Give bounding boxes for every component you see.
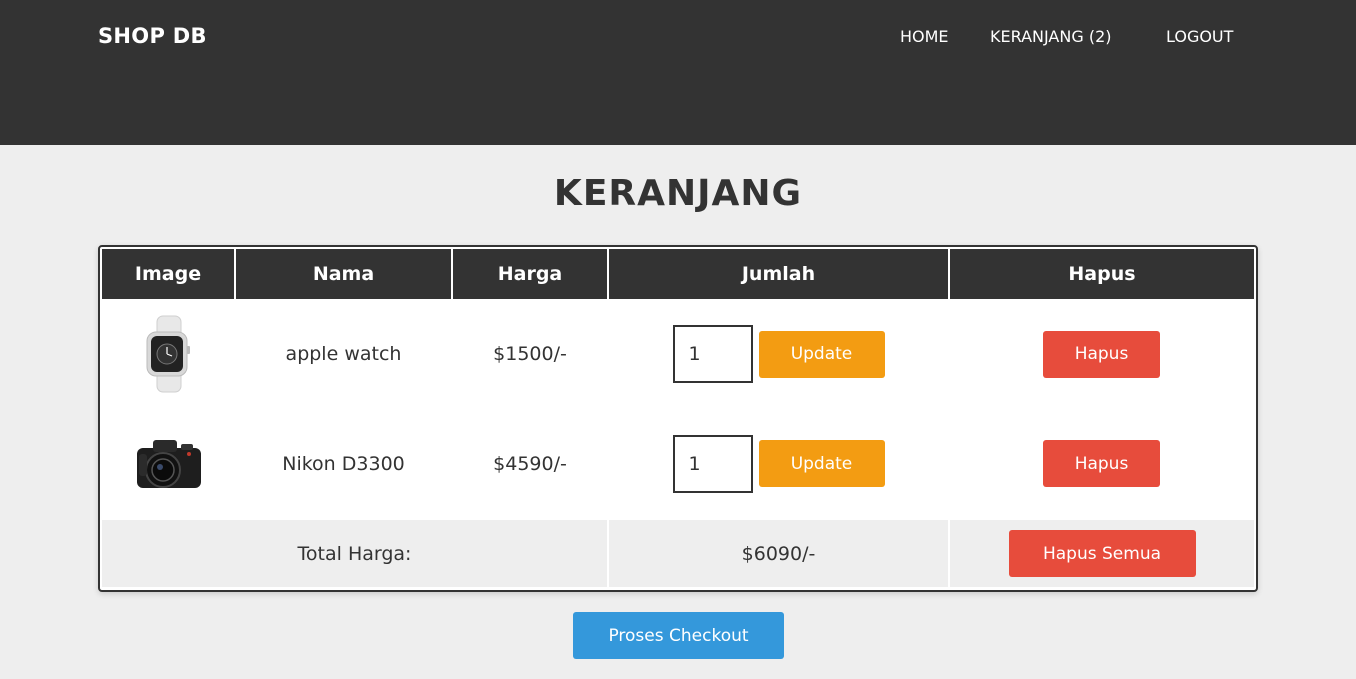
nav-home-link[interactable]: HOME bbox=[900, 27, 949, 46]
total-label: Total Harga: bbox=[102, 518, 609, 587]
cart-table-container: Image Nama Harga Jumlah Hapus apple watc… bbox=[98, 245, 1258, 592]
checkout-button[interactable]: Proses Checkout bbox=[573, 612, 784, 659]
quantity-input[interactable] bbox=[672, 434, 753, 493]
update-button[interactable]: Update bbox=[758, 440, 885, 487]
column-header-image: Image bbox=[102, 249, 236, 299]
product-name: Nikon D3300 bbox=[282, 452, 405, 475]
product-price: $4590/- bbox=[493, 452, 567, 475]
table-row: Nikon D3300 $4590/- Update Hapus bbox=[102, 409, 1254, 519]
top-header: SHOP DB HOME KERANJANG (2) LOGOUT bbox=[0, 0, 1356, 145]
delete-all-button[interactable]: Hapus Semua bbox=[1008, 530, 1196, 577]
column-header-qty: Jumlah bbox=[608, 249, 950, 299]
quantity-input[interactable] bbox=[672, 325, 753, 383]
nav-logout-link[interactable]: LOGOUT bbox=[1166, 27, 1233, 46]
column-header-name: Nama bbox=[235, 249, 453, 299]
product-price: $1500/- bbox=[493, 343, 567, 365]
delete-cell: Hapus bbox=[949, 299, 1254, 409]
image-cell bbox=[102, 409, 235, 519]
delete-button[interactable]: Hapus bbox=[1043, 440, 1160, 487]
nav-cart-link[interactable]: KERANJANG (2) bbox=[990, 27, 1111, 46]
apple-watch-image bbox=[146, 315, 190, 393]
column-header-delete: Hapus bbox=[949, 249, 1254, 299]
delete-cell: Hapus bbox=[949, 409, 1254, 519]
delete-button[interactable]: Hapus bbox=[1043, 330, 1160, 378]
page-title: KERANJANG bbox=[553, 173, 803, 214]
product-name: apple watch bbox=[285, 343, 402, 365]
cart-table: Image Nama Harga Jumlah Hapus apple watc… bbox=[102, 249, 1254, 587]
qty-cell: Update bbox=[608, 299, 949, 409]
main-nav: HOME KERANJANG (2) LOGOUT bbox=[0, 27, 1356, 51]
total-value: $6090/- bbox=[608, 518, 950, 587]
column-header-price: Harga bbox=[452, 249, 609, 299]
camera-image bbox=[136, 439, 201, 488]
table-row: apple watch $1500/- Update Hapus bbox=[102, 299, 1254, 409]
total-row: Total Harga: $6090/- Hapus Semua bbox=[102, 518, 1254, 587]
update-button[interactable]: Update bbox=[758, 330, 885, 378]
qty-cell: Update bbox=[608, 409, 949, 519]
image-cell bbox=[102, 299, 235, 409]
delete-all-cell: Hapus Semua bbox=[949, 518, 1254, 587]
table-header-row: Image Nama Harga Jumlah Hapus bbox=[102, 249, 1254, 299]
